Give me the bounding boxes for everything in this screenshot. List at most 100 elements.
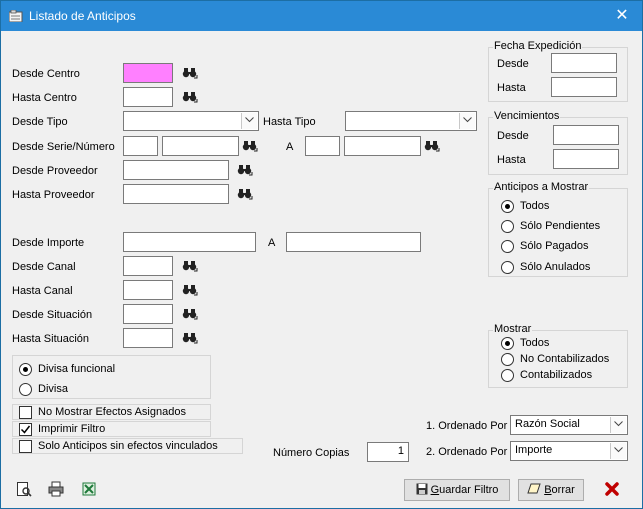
label-desde-centro: Desde Centro <box>12 68 80 80</box>
red-x-icon[interactable] <box>604 481 620 497</box>
borrar-button[interactable]: Borrar <box>518 479 584 501</box>
desde-proveedor-input[interactable] <box>123 160 229 180</box>
binoculars-icon[interactable] <box>182 67 198 80</box>
label-desde-canal: Desde Canal <box>12 261 76 273</box>
binoculars-icon[interactable] <box>182 332 198 345</box>
label-solo-pendientes: Sólo Pendientes <box>520 220 601 232</box>
binoculars-icon[interactable] <box>182 91 198 104</box>
label-mostrar-todos: Todos <box>520 337 550 349</box>
chevron-down-icon <box>610 417 626 433</box>
anticipos-mostrar-title: Anticipos a Mostrar <box>493 181 590 193</box>
ordenado-1-select[interactable]: Razón Social <box>510 415 628 435</box>
hasta-proveedor-input[interactable] <box>123 184 229 204</box>
label-desde-serie: Desde Serie/Número <box>12 141 115 153</box>
hasta-situacion-input[interactable] <box>123 328 173 348</box>
label-desde-tipo: Desde Tipo <box>12 116 68 128</box>
label-fecha-exp-hasta: Hasta <box>497 82 526 94</box>
label-venc-hasta: Hasta <box>497 154 526 166</box>
fecha-expedicion-title: Fecha Expedición <box>493 40 583 52</box>
label-venc-desde: Desde <box>497 130 529 142</box>
radio-divisa[interactable] <box>19 383 32 396</box>
hasta-importe-input[interactable] <box>286 232 421 252</box>
printer-icon[interactable] <box>48 481 64 497</box>
checkbox-solo-anticipos[interactable] <box>19 440 32 453</box>
title-bar: Listado de Anticipos ✕ <box>1 1 642 31</box>
desde-importe-input[interactable] <box>123 232 256 252</box>
ordenado-1-value: Razón Social <box>515 418 580 430</box>
window-app-icon <box>9 10 23 22</box>
floppy-disk-icon <box>416 483 428 495</box>
checkbox-no-mostrar-efectos[interactable] <box>19 406 32 419</box>
label-solo-anticipos: Solo Anticipos sin efectos vinculados <box>38 440 218 452</box>
label-numero-copias: Número Copias <box>273 447 350 459</box>
numero-copias-input[interactable]: 1 <box>367 442 409 462</box>
guardar-label: uardar Filtro <box>439 484 499 496</box>
desde-tipo-select[interactable] <box>123 111 259 131</box>
label-serie-a: A <box>286 141 294 153</box>
eraser-icon <box>527 483 541 494</box>
label-no-mostrar-efectos: No Mostrar Efectos Asignados <box>38 406 186 418</box>
radio-contabilizados[interactable] <box>501 369 514 382</box>
chevron-down-icon <box>241 113 257 129</box>
close-window-button[interactable]: ✕ <box>602 1 642 31</box>
checkbox-imprimir-filtro[interactable] <box>19 423 32 436</box>
mostrar-title: Mostrar <box>493 323 533 335</box>
label-divisa: Divisa <box>38 383 68 395</box>
label-no-contabilizados: No Contabilizados <box>520 353 610 365</box>
binoculars-icon[interactable] <box>242 140 258 153</box>
radio-solo-pendientes[interactable] <box>501 220 514 233</box>
hasta-canal-input[interactable] <box>123 280 173 300</box>
borrar-label: orrar <box>551 484 575 496</box>
guardar-filtro-button[interactable]: Guardar Filtro <box>404 479 510 501</box>
label-hasta-centro: Hasta Centro <box>12 92 77 104</box>
label-hasta-situacion: Hasta Situación <box>12 333 90 345</box>
radio-mostrar-todos[interactable] <box>501 337 514 350</box>
guardar-hotkey: G <box>430 484 440 496</box>
fecha-exp-hasta-input[interactable] <box>551 77 617 97</box>
label-desde-situacion: Desde Situación <box>12 309 93 321</box>
label-anticipos-todos: Todos <box>520 200 550 212</box>
binoculars-icon[interactable] <box>182 308 198 321</box>
label-hasta-canal: Hasta Canal <box>12 285 73 297</box>
ordenado-2-select[interactable]: Importe <box>510 441 628 461</box>
listado-anticipos-window: Listado de Anticipos ✕ Desde Centro Hast… <box>0 0 643 509</box>
binoculars-icon[interactable] <box>237 188 253 201</box>
window-title: Listado de Anticipos <box>29 9 136 23</box>
print-preview-icon[interactable] <box>16 481 32 497</box>
label-ordenado-1: 1. Ordenado Por <box>426 420 508 432</box>
hasta-numero-input[interactable] <box>344 136 421 156</box>
binoculars-icon[interactable] <box>182 260 198 273</box>
label-solo-pagados: Sólo Pagados <box>520 240 589 252</box>
binoculars-icon[interactable] <box>424 140 440 153</box>
venc-hasta-input[interactable] <box>553 149 619 169</box>
label-ordenado-2: 2. Ordenado Por <box>426 446 508 458</box>
ordenado-2-value: Importe <box>515 444 553 456</box>
desde-situacion-input[interactable] <box>123 304 173 324</box>
fecha-exp-desde-input[interactable] <box>551 53 617 73</box>
label-fecha-exp-desde: Desde <box>497 58 529 70</box>
label-contabilizados: Contabilizados <box>520 369 593 381</box>
label-importe-a: A <box>268 237 276 249</box>
radio-anticipos-todos[interactable] <box>501 200 514 213</box>
binoculars-icon[interactable] <box>237 164 253 177</box>
label-desde-proveedor: Desde Proveedor <box>12 165 98 177</box>
radio-solo-pagados[interactable] <box>501 240 514 253</box>
chevron-down-icon <box>459 113 475 129</box>
excel-export-icon[interactable] <box>81 481 97 497</box>
hasta-tipo-select[interactable] <box>345 111 477 131</box>
hasta-centro-input[interactable] <box>123 87 173 107</box>
desde-centro-input[interactable] <box>123 63 173 83</box>
desde-canal-input[interactable] <box>123 256 173 276</box>
radio-no-contabilizados[interactable] <box>501 353 514 366</box>
borrar-hotkey: B <box>544 484 552 496</box>
radio-solo-anulados[interactable] <box>501 261 514 274</box>
label-divisa-funcional: Divisa funcional <box>38 363 116 375</box>
venc-desde-input[interactable] <box>553 125 619 145</box>
radio-divisa-funcional[interactable] <box>19 363 32 376</box>
desde-numero-input[interactable] <box>162 136 239 156</box>
binoculars-icon[interactable] <box>182 284 198 297</box>
label-hasta-tipo: Hasta Tipo <box>263 116 316 128</box>
hasta-serie-input[interactable] <box>305 136 340 156</box>
chevron-down-icon <box>610 443 626 459</box>
desde-serie-input[interactable] <box>123 136 158 156</box>
